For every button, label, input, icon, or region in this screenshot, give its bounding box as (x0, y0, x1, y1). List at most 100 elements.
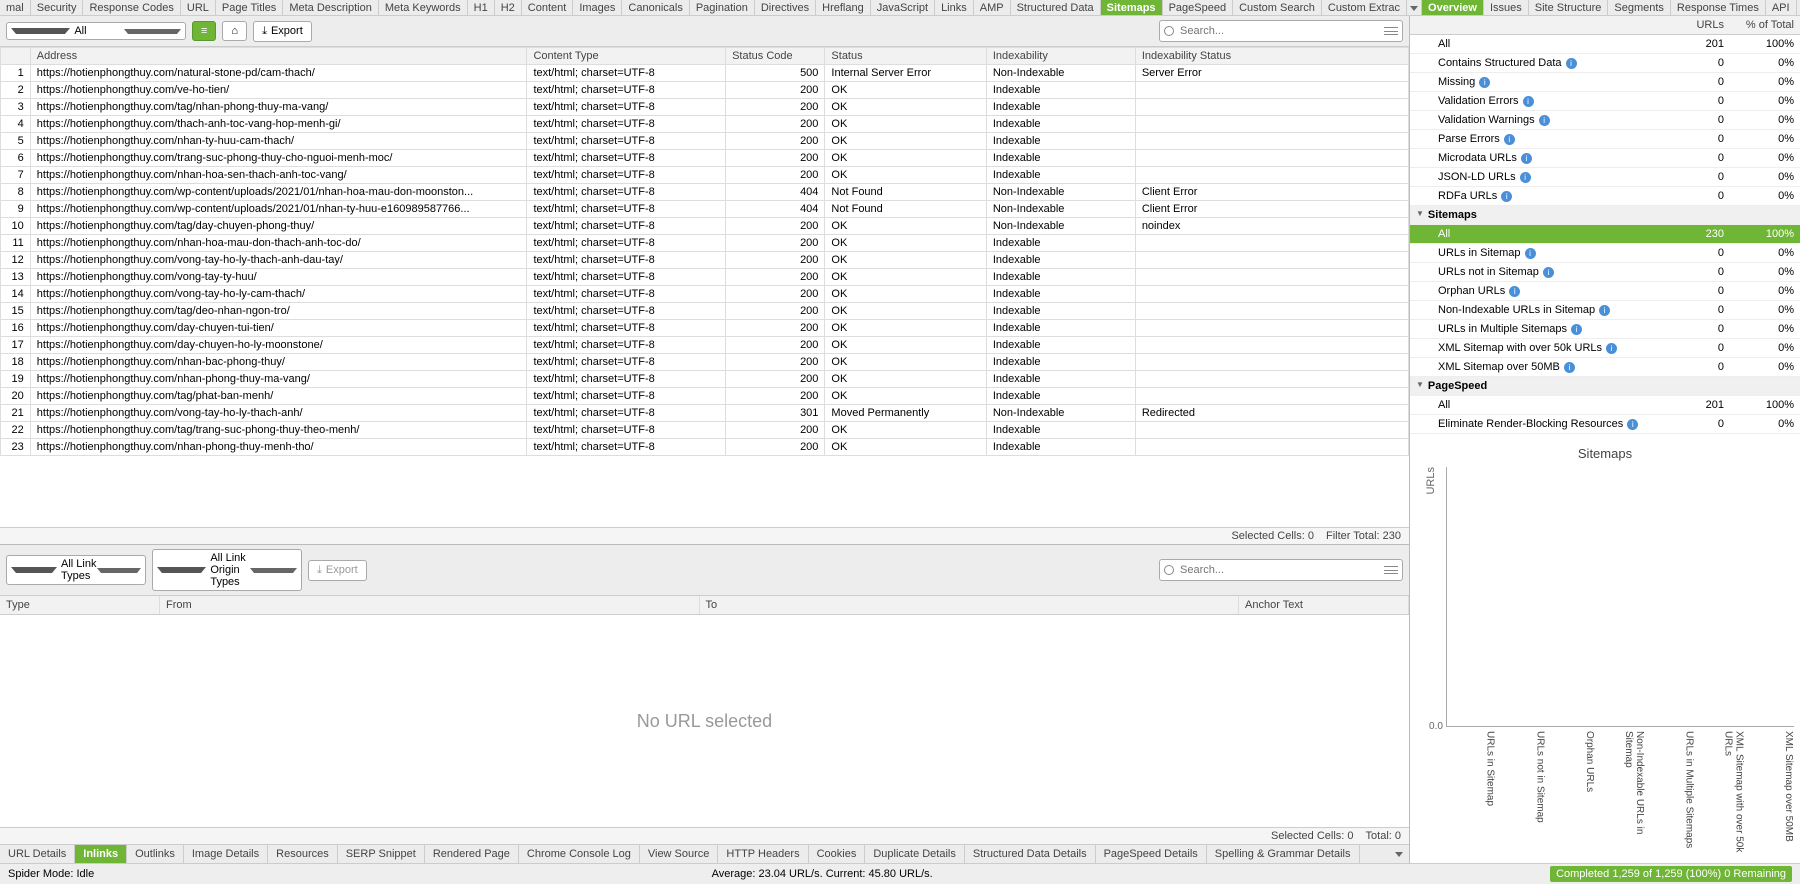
tab-api[interactable]: API (1766, 0, 1797, 15)
tab-structured-data[interactable]: Structured Data (1011, 0, 1101, 15)
overview-row[interactable]: All201100% (1410, 35, 1800, 54)
export-inlinks-button[interactable]: ⤓Export (308, 560, 367, 581)
overview-row[interactable]: URLs not in Sitemapi00% (1410, 263, 1800, 282)
overview-row[interactable]: JSON-LD URLsi00% (1410, 168, 1800, 187)
overview-row[interactable]: XML Sitemap with over 50k URLsi00% (1410, 339, 1800, 358)
export-button[interactable]: ⤓Export (253, 21, 312, 42)
table-row[interactable]: 10https://hotienphongthuy.com/tag/day-ch… (1, 218, 1409, 235)
tab-meta-description[interactable]: Meta Description (283, 0, 379, 15)
inlinks-search-wrap[interactable] (1159, 559, 1403, 581)
overview-row[interactable]: All201100% (1410, 396, 1800, 415)
table-row[interactable]: 8https://hotienphongthuy.com/wp-content/… (1, 184, 1409, 201)
tab-hreflang[interactable]: Hreflang (816, 0, 871, 15)
inlinks-search-input[interactable] (1178, 562, 1378, 578)
overview-row[interactable]: Validation Warningsi00% (1410, 111, 1800, 130)
tab-response-times[interactable]: Response Times (1671, 0, 1766, 15)
table-row[interactable]: 2https://hotienphongthuy.com/ve-ho-tien/… (1, 82, 1409, 99)
bottab-url-details[interactable]: URL Details (0, 845, 75, 863)
table-row[interactable]: 14https://hotienphongthuy.com/vong-tay-h… (1, 286, 1409, 303)
list-view-button[interactable]: ≡ (192, 21, 216, 41)
tab-page-titles[interactable]: Page Titles (216, 0, 283, 15)
search-input[interactable] (1178, 23, 1378, 39)
bottab-serp-snippet[interactable]: SERP Snippet (338, 845, 425, 863)
bottab-spelling-&-grammar-details[interactable]: Spelling & Grammar Details (1207, 845, 1360, 863)
tab-amp[interactable]: AMP (974, 0, 1011, 15)
tab-content[interactable]: Content (522, 0, 574, 15)
tab-segments[interactable]: Segments (1608, 0, 1671, 15)
tab-directives[interactable]: Directives (755, 0, 816, 15)
tab-custom-extrac[interactable]: Custom Extrac (1322, 0, 1407, 15)
bottom-tab-overflow[interactable] (1389, 845, 1409, 863)
table-row[interactable]: 3https://hotienphongthuy.com/tag/nhan-ph… (1, 99, 1409, 116)
overview-row[interactable]: XML Sitemap over 50MBi00% (1410, 358, 1800, 377)
bottab-view-source[interactable]: View Source (640, 845, 719, 863)
table-row[interactable]: 20https://hotienphongthuy.com/tag/phat-b… (1, 388, 1409, 405)
bottab-pagespeed-details[interactable]: PageSpeed Details (1096, 845, 1207, 863)
tab-h1[interactable]: H1 (468, 0, 495, 15)
col-to[interactable]: To (700, 596, 1240, 614)
search-settings-icon[interactable] (1384, 566, 1398, 574)
bottab-chrome-console-log[interactable]: Chrome Console Log (519, 845, 640, 863)
col-indexability[interactable]: Indexability (986, 48, 1135, 65)
overview-row[interactable]: All230100% (1410, 225, 1800, 244)
tab-links[interactable]: Links (935, 0, 974, 15)
bottab-rendered-page[interactable]: Rendered Page (425, 845, 519, 863)
tab-site-structure[interactable]: Site Structure (1529, 0, 1609, 15)
link-origin-dropdown[interactable]: All Link Origin Types (152, 549, 302, 591)
main-grid[interactable]: AddressContent TypeStatus CodeStatusInde… (0, 47, 1409, 527)
table-row[interactable]: 16https://hotienphongthuy.com/day-chuyen… (1, 320, 1409, 337)
bottab-structured-data-details[interactable]: Structured Data Details (965, 845, 1096, 863)
table-row[interactable]: 4https://hotienphongthuy.com/thach-anh-t… (1, 116, 1409, 133)
col-status-code[interactable]: Status Code (726, 48, 825, 65)
tab-meta-keywords[interactable]: Meta Keywords (379, 0, 468, 15)
bottab-resources[interactable]: Resources (268, 845, 338, 863)
table-row[interactable]: 19https://hotienphongthuy.com/nhan-phong… (1, 371, 1409, 388)
overview-row[interactable]: URLs in Multiple Sitemapsi00% (1410, 320, 1800, 339)
overview-row[interactable]: PageSpeed (1410, 377, 1800, 396)
overview-row[interactable]: Contains Structured Datai00% (1410, 54, 1800, 73)
bottab-inlinks[interactable]: Inlinks (75, 845, 127, 863)
table-row[interactable]: 21https://hotienphongthuy.com/vong-tay-h… (1, 405, 1409, 422)
col-status[interactable]: Status (825, 48, 986, 65)
tab-sitemaps[interactable]: Sitemaps (1101, 0, 1163, 15)
tab-h2[interactable]: H2 (495, 0, 522, 15)
tab-response-codes[interactable]: Response Codes (83, 0, 180, 15)
link-types-dropdown[interactable]: All Link Types (6, 555, 146, 585)
table-row[interactable]: 7https://hotienphongthuy.com/nhan-hoa-se… (1, 167, 1409, 184)
overview-row[interactable]: URLs in Sitemapi00% (1410, 244, 1800, 263)
bottab-duplicate-details[interactable]: Duplicate Details (865, 845, 965, 863)
tab-images[interactable]: Images (573, 0, 622, 15)
col-from[interactable]: From (160, 596, 700, 614)
tab-spelling-&-gram[interactable]: Spelling & Gram (1797, 0, 1800, 15)
col-content-type[interactable]: Content Type (527, 48, 726, 65)
tab-issues[interactable]: Issues (1484, 0, 1529, 15)
overview-row[interactable]: Eliminate Render-Blocking Resourcesi00% (1410, 415, 1800, 434)
table-row[interactable]: 22https://hotienphongthuy.com/tag/trang-… (1, 422, 1409, 439)
tab-canonicals[interactable]: Canonicals (622, 0, 689, 15)
bottab-outlinks[interactable]: Outlinks (127, 845, 184, 863)
overview-row[interactable]: Orphan URLsi00% (1410, 282, 1800, 301)
tree-view-button[interactable]: ⌂ (222, 21, 247, 41)
overview-row[interactable]: Sitemaps (1410, 206, 1800, 225)
top-tab-overflow[interactable] (1407, 0, 1422, 15)
table-row[interactable]: 15https://hotienphongthuy.com/tag/deo-nh… (1, 303, 1409, 320)
tab-pagespeed[interactable]: PageSpeed (1163, 0, 1234, 15)
table-row[interactable]: 13https://hotienphongthuy.com/vong-tay-t… (1, 269, 1409, 286)
tab-javascript[interactable]: JavaScript (871, 0, 935, 15)
bottab-cookies[interactable]: Cookies (809, 845, 866, 863)
col-rownum[interactable] (1, 48, 31, 65)
overview-row[interactable]: Microdata URLsi00% (1410, 149, 1800, 168)
table-row[interactable]: 1https://hotienphongthuy.com/natural-sto… (1, 65, 1409, 82)
tab-pagination[interactable]: Pagination (690, 0, 755, 15)
overview-row[interactable]: RDFa URLsi00% (1410, 187, 1800, 206)
tab-overview[interactable]: Overview (1422, 0, 1484, 15)
bottab-http-headers[interactable]: HTTP Headers (718, 845, 808, 863)
table-row[interactable]: 18https://hotienphongthuy.com/nhan-bac-p… (1, 354, 1409, 371)
tab-custom-search[interactable]: Custom Search (1233, 0, 1322, 15)
overview-row[interactable]: Non-Indexable URLs in Sitemapi00% (1410, 301, 1800, 320)
overview-row[interactable]: Validation Errorsi00% (1410, 92, 1800, 111)
col-address[interactable]: Address (30, 48, 527, 65)
table-row[interactable]: 5https://hotienphongthuy.com/nhan-ty-huu… (1, 133, 1409, 150)
col-anchor[interactable]: Anchor Text (1239, 596, 1409, 614)
table-row[interactable]: 9https://hotienphongthuy.com/wp-content/… (1, 201, 1409, 218)
